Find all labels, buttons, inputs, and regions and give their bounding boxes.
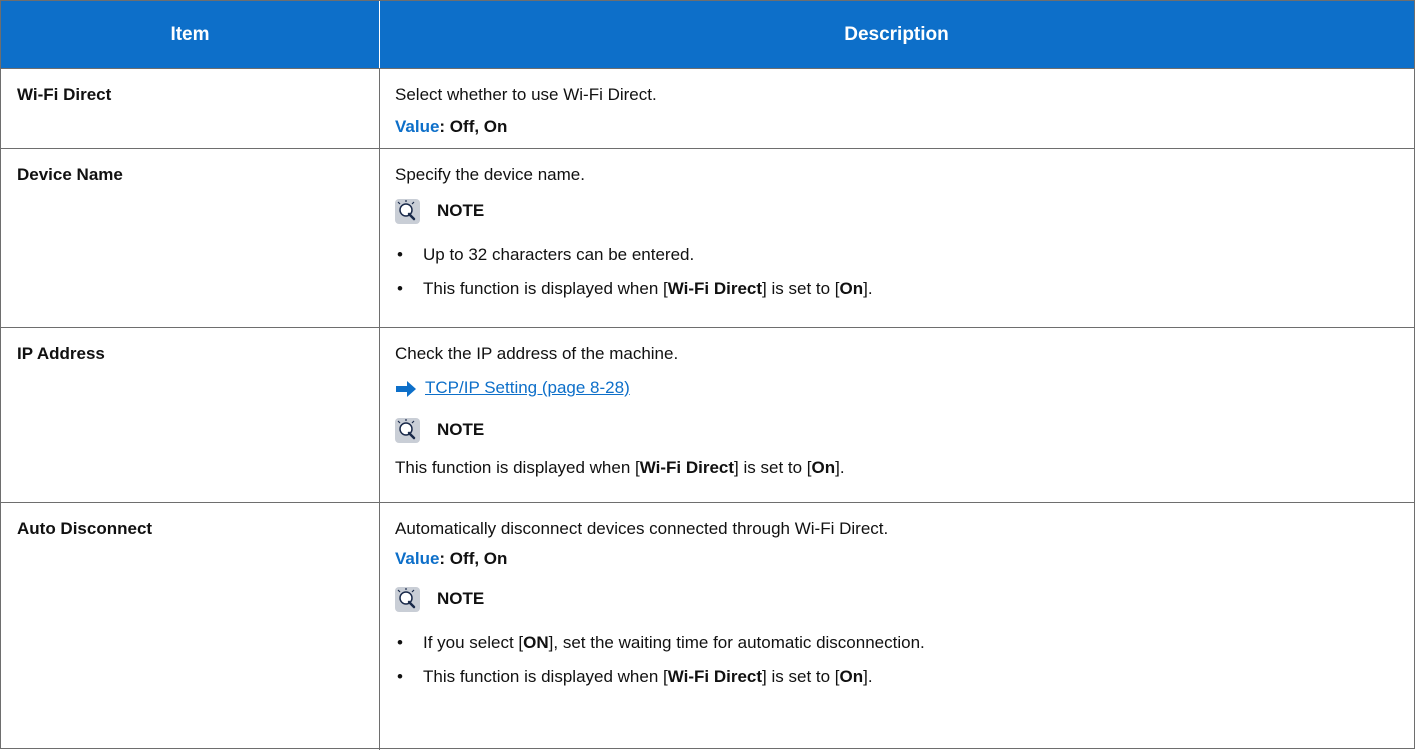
arrow-right-icon bbox=[395, 380, 417, 398]
header-description: Description bbox=[844, 24, 949, 45]
table-row-wifi-direct: Wi-Fi Direct Select whether to use Wi-Fi… bbox=[1, 68, 1414, 148]
note-bullet: This function is displayed when [Wi-Fi D… bbox=[423, 667, 873, 686]
table-row-device-name: Device Name Specify the device name. NOT… bbox=[1, 148, 1414, 327]
bullet-mark: • bbox=[397, 667, 403, 686]
value-label: Value bbox=[395, 117, 440, 136]
lightbulb-note-icon bbox=[395, 418, 420, 443]
bullet-mark: • bbox=[397, 279, 403, 298]
note-title: NOTE bbox=[437, 201, 485, 220]
bullet-mark: • bbox=[397, 633, 403, 652]
row-item-label: IP Address bbox=[17, 344, 105, 363]
row-item-label: Auto Disconnect bbox=[17, 519, 153, 538]
note-bullet: This function is displayed when [Wi-Fi D… bbox=[423, 279, 873, 298]
value-options: : Off, On bbox=[439, 117, 508, 136]
row-description: Select whether to use Wi-Fi Direct. bbox=[395, 85, 657, 104]
note-bullet: If you select [ON], set the waiting time… bbox=[423, 633, 925, 652]
value-line: Value: Off, On bbox=[395, 549, 507, 569]
lightbulb-note-icon bbox=[395, 587, 420, 612]
bullet-mark: • bbox=[397, 245, 403, 264]
row-description: Automatically disconnect devices connect… bbox=[395, 519, 889, 538]
note-title: NOTE bbox=[437, 589, 485, 608]
row-description: Check the IP address of the machine. bbox=[395, 344, 679, 363]
settings-table: Item Description Wi-Fi Direct Select whe… bbox=[0, 0, 1415, 750]
lightbulb-note-icon bbox=[395, 199, 420, 224]
value-label: Value bbox=[395, 549, 440, 568]
note-title: NOTE bbox=[437, 420, 485, 439]
tcpip-setting-link[interactable]: TCP/IP Setting (page 8-28) bbox=[425, 378, 630, 398]
value-line: Value: Off, On bbox=[395, 117, 507, 137]
table-row-ip-address: IP Address Check the IP address of the m… bbox=[1, 327, 1414, 502]
row-description: Specify the device name. bbox=[395, 165, 585, 184]
row-item-label: Device Name bbox=[17, 165, 123, 184]
note-text: This function is displayed when [Wi-Fi D… bbox=[395, 458, 845, 477]
value-options: : Off, On bbox=[439, 549, 508, 568]
note-bullet: Up to 32 characters can be entered. bbox=[423, 245, 695, 264]
table-header: Item Description bbox=[1, 1, 1414, 68]
row-item-label: Wi-Fi Direct bbox=[17, 85, 112, 104]
header-item: Item bbox=[170, 24, 210, 45]
table-row-auto-disconnect: Auto Disconnect Automatically disconnect… bbox=[1, 502, 1414, 750]
